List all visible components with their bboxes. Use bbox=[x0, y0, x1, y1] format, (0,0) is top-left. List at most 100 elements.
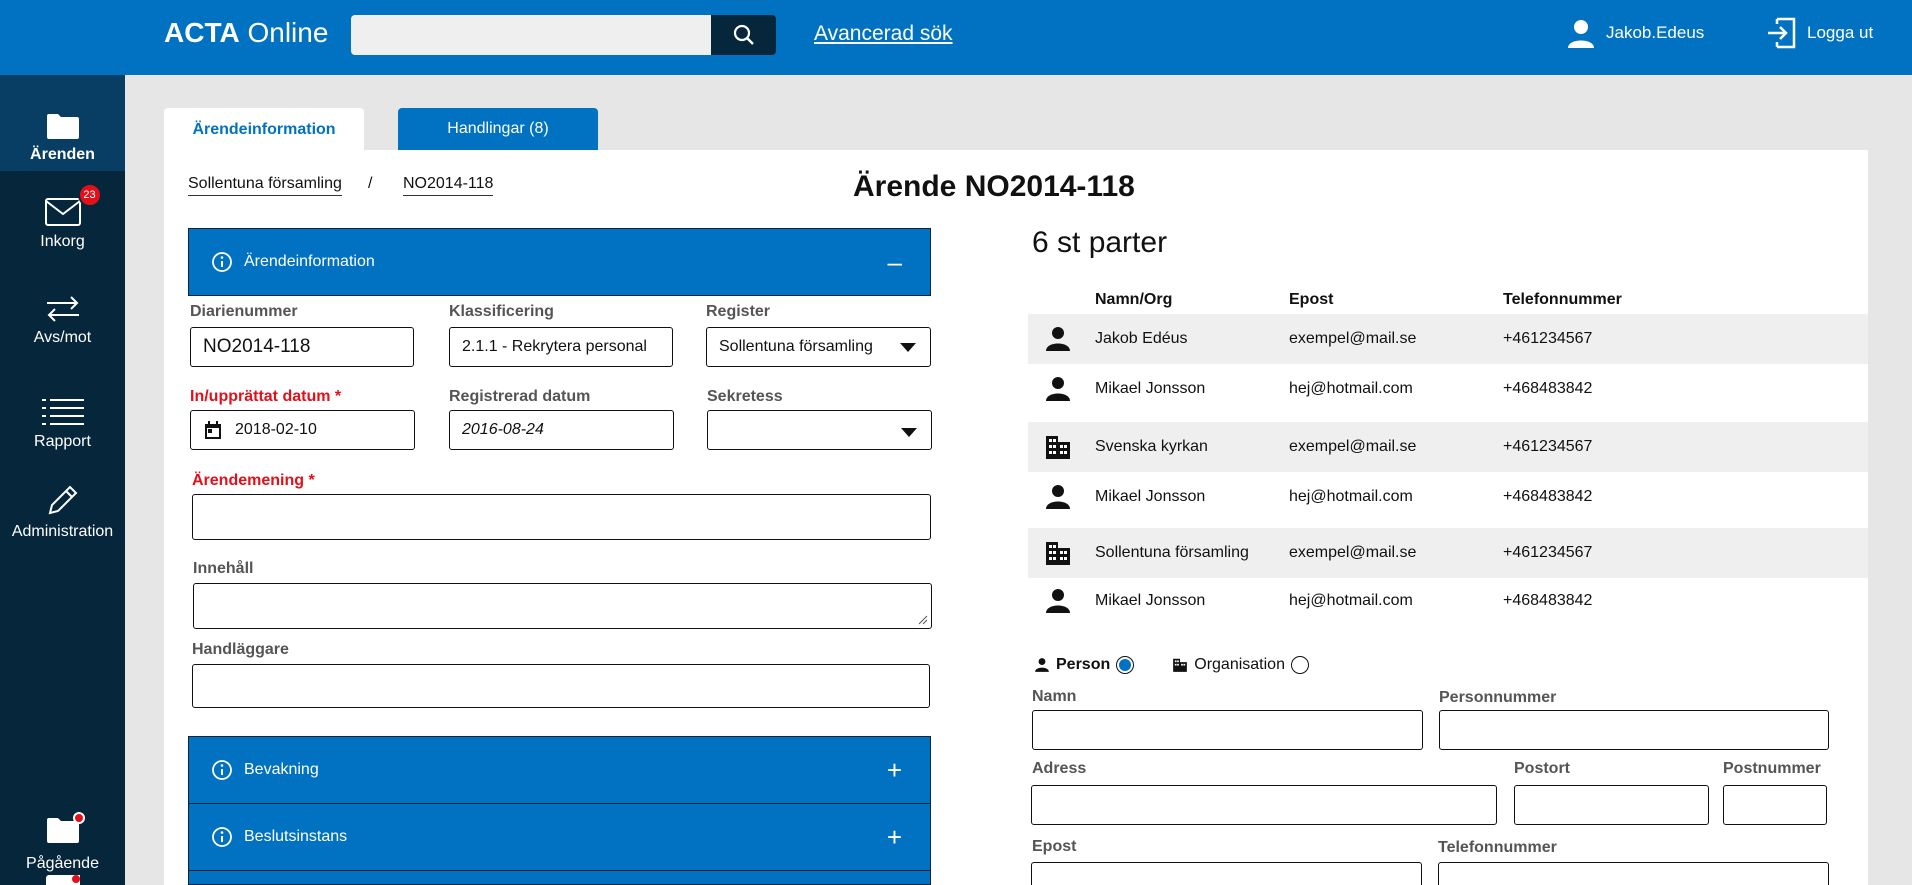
party-row[interactable]: Mikael Jonsson hej@hotmail.com +46848384… bbox=[1028, 364, 1868, 414]
notification-dot bbox=[70, 875, 80, 885]
party-name: Sollentuna församling bbox=[1095, 544, 1249, 561]
party-name: Mikael Jonsson bbox=[1095, 488, 1206, 505]
organisation-radio-label: Organisation bbox=[1194, 656, 1285, 673]
sidebar-item-arenden[interactable]: Ärenden bbox=[0, 75, 125, 171]
party-row[interactable]: Mikael Jonsson hej@hotmail.com +46848384… bbox=[1028, 472, 1868, 522]
telefon-label: Telefonnummer bbox=[1438, 839, 1557, 856]
person-icon bbox=[1046, 589, 1070, 613]
collapse-icon[interactable]: – bbox=[888, 247, 902, 278]
top-bar: ACTA Online Avancerad sök Jakob.Edeus Lo… bbox=[0, 0, 1912, 75]
party-name: Mikael Jonsson bbox=[1095, 592, 1206, 609]
building-icon bbox=[1046, 436, 1070, 459]
accordion-arendeinformation[interactable]: Ärendeinformation – bbox=[188, 228, 931, 296]
column-header-email: Epost bbox=[1289, 291, 1334, 308]
building-icon bbox=[1173, 658, 1188, 672]
sidebar-item-pagaende[interactable]: Pågående bbox=[0, 811, 125, 873]
accordion-bevakning[interactable]: Bevakning + bbox=[188, 736, 931, 804]
accordion-label: Ärendeinformation bbox=[244, 253, 375, 270]
postnummer-field[interactable] bbox=[1723, 785, 1827, 825]
sidebar-item-label: Rapport bbox=[34, 433, 91, 450]
search-button[interactable] bbox=[711, 15, 776, 55]
handlaggare-field[interactable] bbox=[192, 664, 930, 708]
sidebar-item-avs-mot[interactable]: Avs/mot bbox=[0, 285, 125, 347]
person-radio[interactable] bbox=[1116, 656, 1135, 674]
parties-title: 6 st parter bbox=[1032, 226, 1168, 259]
upprattat-datum-label: In/upprättat datum * bbox=[190, 388, 342, 405]
registrerad-datum-field[interactable]: 2016-08-24 bbox=[449, 410, 674, 450]
party-phone: +468483842 bbox=[1503, 380, 1593, 397]
notification-dot bbox=[72, 812, 85, 824]
party-row[interactable]: Svenska kyrkan exempel@mail.se +46123456… bbox=[1028, 422, 1868, 472]
epost-label: Epost bbox=[1032, 838, 1077, 855]
diarienummer-label: Diarienummer bbox=[190, 303, 298, 320]
telefon-field[interactable] bbox=[1438, 862, 1829, 885]
person-icon bbox=[1046, 377, 1070, 401]
breadcrumb-current[interactable]: NO2014-118 bbox=[403, 175, 494, 196]
party-row[interactable]: Mikael Jonsson hej@hotmail.com +46848384… bbox=[1028, 576, 1868, 626]
sekretess-select[interactable] bbox=[707, 410, 932, 450]
innehall-textarea[interactable] bbox=[193, 583, 932, 629]
sidebar-item-rapport[interactable]: Rapport bbox=[0, 389, 125, 451]
brand-bold: ACTA bbox=[164, 17, 240, 48]
expand-icon[interactable]: + bbox=[887, 822, 902, 853]
party-name: Mikael Jonsson bbox=[1095, 380, 1206, 397]
postnummer-label: Postnummer bbox=[1723, 760, 1821, 777]
accordion-label: Beslutsinstans bbox=[244, 828, 348, 845]
register-select[interactable]: Sollentuna församling bbox=[706, 327, 931, 367]
upprattat-datum-field[interactable]: 2018-02-10 bbox=[190, 410, 415, 450]
diarienummer-field[interactable]: NO2014-118 bbox=[190, 327, 414, 367]
sidebar-item-label: Administration bbox=[11, 523, 114, 540]
namn-field[interactable] bbox=[1032, 710, 1423, 750]
sidebar-item-inkorg[interactable]: 23 Inkorg bbox=[0, 183, 125, 251]
sidebar-item-label: Pågående bbox=[26, 855, 99, 872]
tab-handlingar[interactable]: Handlingar (8) bbox=[398, 108, 598, 150]
sidebar-item-administration[interactable]: Administration bbox=[0, 479, 125, 541]
person-icon bbox=[1046, 485, 1070, 509]
arendemening-field[interactable] bbox=[192, 494, 931, 540]
accordion-next[interactable] bbox=[188, 870, 931, 885]
klassificering-field[interactable]: 2.1.1 - Rekrytera personal bbox=[449, 327, 673, 367]
accordion-beslutsinstans[interactable]: Beslutsinstans + bbox=[188, 803, 931, 871]
user-menu[interactable]: Jakob.Edeus bbox=[1566, 18, 1704, 48]
sekretess-label: Sekretess bbox=[707, 388, 783, 405]
organisation-radio[interactable] bbox=[1290, 656, 1309, 674]
column-header-name: Namn/Org bbox=[1095, 291, 1173, 308]
epost-field[interactable] bbox=[1031, 862, 1422, 885]
expand-icon[interactable]: + bbox=[887, 755, 902, 786]
user-icon bbox=[1568, 20, 1594, 48]
party-row[interactable]: Jakob Edéus exempel@mail.se +461234567 bbox=[1028, 314, 1868, 364]
register-value: Sollentuna församling bbox=[719, 338, 873, 355]
postort-label: Postort bbox=[1514, 760, 1570, 777]
party-phone: +461234567 bbox=[1503, 330, 1593, 347]
breadcrumb-parent[interactable]: Sollentuna församling bbox=[188, 175, 342, 196]
party-email: exempel@mail.se bbox=[1289, 544, 1417, 561]
search-input[interactable] bbox=[351, 15, 711, 55]
sidebar-item-label: Inkorg bbox=[40, 233, 85, 250]
personnummer-field[interactable] bbox=[1439, 710, 1829, 750]
party-row[interactable]: Sollentuna församling exempel@mail.se +4… bbox=[1028, 528, 1868, 578]
arrows-icon bbox=[46, 296, 79, 322]
advanced-search-link[interactable]: Avancerad sök bbox=[814, 22, 953, 46]
app-logo[interactable]: ACTA Online bbox=[164, 17, 328, 49]
sidebar: Ärenden 23 Inkorg Avs/mot Rapport Admini… bbox=[0, 75, 125, 885]
party-name: Svenska kyrkan bbox=[1095, 438, 1208, 455]
register-label: Register bbox=[706, 303, 771, 320]
info-icon bbox=[212, 827, 232, 847]
list-icon bbox=[41, 399, 84, 425]
sidebar-item-next[interactable] bbox=[46, 875, 80, 885]
postort-field[interactable] bbox=[1514, 785, 1709, 825]
party-phone: +461234567 bbox=[1503, 544, 1593, 561]
tab-arendeinformation[interactable]: Ärendeinformation bbox=[164, 108, 364, 152]
logout-button[interactable]: Logga ut bbox=[1765, 16, 1873, 50]
sidebar-item-label: Avs/mot bbox=[33, 329, 92, 346]
resize-handle-icon[interactable] bbox=[916, 613, 928, 625]
mail-icon bbox=[44, 198, 81, 226]
sidebar-item-label: Ärenden bbox=[30, 146, 95, 163]
personnummer-label: Personnummer bbox=[1439, 689, 1557, 706]
party-phone: +468483842 bbox=[1503, 592, 1593, 609]
adress-field[interactable] bbox=[1031, 785, 1497, 825]
logout-label: Logga ut bbox=[1807, 23, 1874, 42]
accordion-label: Bevakning bbox=[244, 761, 319, 778]
registrerad-datum-label: Registrerad datum bbox=[449, 388, 591, 405]
notification-badge: 23 bbox=[77, 183, 102, 207]
